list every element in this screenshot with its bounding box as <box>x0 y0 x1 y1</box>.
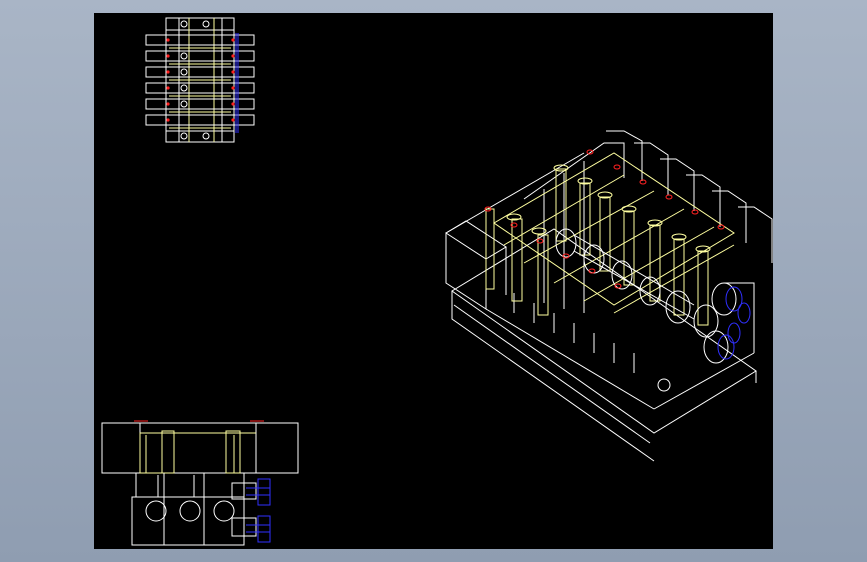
front-view-blue-detail <box>246 478 271 543</box>
iso-pistons <box>485 152 735 326</box>
iso-base-rail <box>451 228 757 462</box>
front-view <box>101 420 299 546</box>
isometric-view <box>445 130 773 462</box>
cad-viewport[interactable] <box>94 13 773 549</box>
top-view <box>145 17 255 143</box>
drawing-canvas <box>101 17 773 546</box>
iso-valve-boxes <box>445 130 773 410</box>
